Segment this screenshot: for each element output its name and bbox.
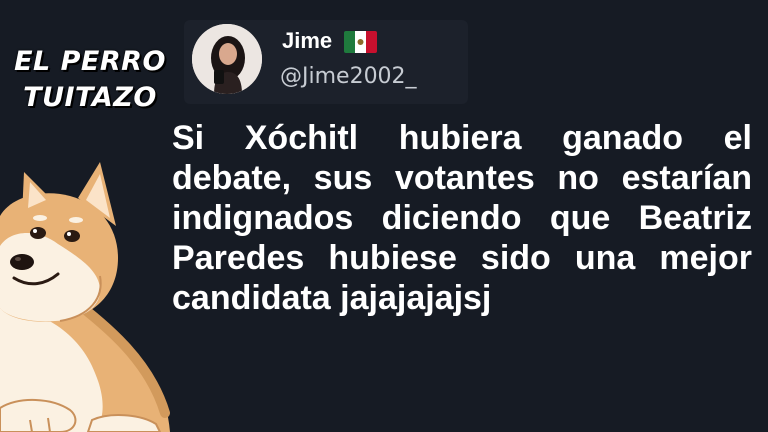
mexico-flag-icon — [344, 31, 377, 53]
profile-handle[interactable]: @Jime2002_ — [280, 64, 417, 89]
profile-photo-icon[interactable] — [192, 24, 262, 94]
shiba-dog-illustration — [0, 162, 170, 432]
tweet-text: Si Xóchitl hubiera ganado el debate, sus… — [172, 119, 752, 317]
brand-title: EL PERRO TUITAZO — [10, 44, 170, 116]
profile-name[interactable]: Jime — [282, 28, 332, 54]
brand-title-line-1: EL PERRO — [14, 46, 166, 77]
meme-canvas: EL PERRO TUITAZO Jime @Jime2002_ Si Xóch… — [0, 0, 768, 432]
brand-title-line-2: TUITAZO — [23, 82, 157, 113]
